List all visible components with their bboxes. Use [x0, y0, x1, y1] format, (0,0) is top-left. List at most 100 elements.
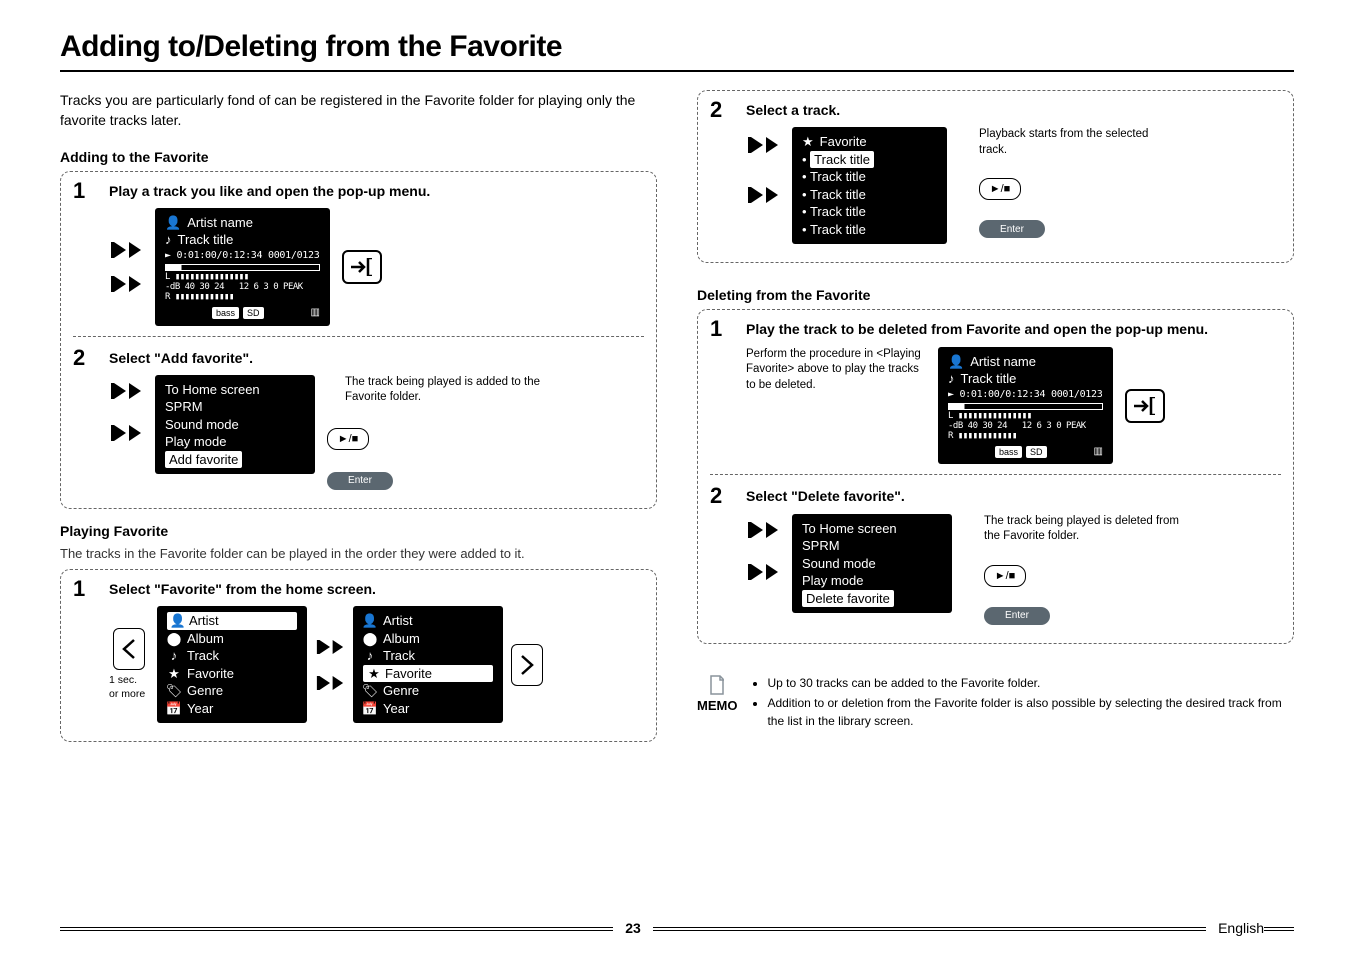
menu-item-delete-favorite[interactable]: Delete favorite: [802, 590, 894, 608]
artist-icon: 👤: [948, 353, 964, 371]
calendar-icon: 📅: [363, 702, 377, 716]
favorite-track-3[interactable]: • Track title: [802, 186, 937, 204]
favorite-track-5[interactable]: • Track title: [802, 221, 937, 239]
battery-icon: ▥: [1094, 445, 1103, 459]
step-number: 2: [710, 485, 734, 507]
enter-button[interactable]: Enter: [979, 220, 1045, 238]
next-track-icon[interactable]: [109, 425, 143, 441]
favorite-track-2[interactable]: • Track title: [802, 168, 937, 186]
favorite-list-title: Favorite: [820, 133, 867, 151]
menu-item-add-favorite[interactable]: Add favorite: [165, 451, 242, 469]
next-track-icon[interactable]: [109, 276, 143, 292]
tag-icon: 🏷: [167, 684, 181, 698]
nav-left-button[interactable]: [113, 628, 145, 670]
step-number: 1: [710, 318, 734, 340]
now-playing-screen: 👤Artist name ♪Track title ► 0:01:00/0:12…: [938, 347, 1113, 465]
next-track-icon[interactable]: [746, 564, 780, 580]
enter-button[interactable]: Enter: [327, 472, 393, 490]
play-pause-button[interactable]: ►/■: [327, 428, 369, 450]
step-number: 2: [73, 347, 97, 369]
next-track-icon[interactable]: [315, 676, 345, 690]
del-step2-title: Select "Delete favorite".: [746, 487, 1281, 505]
memo-box: MEMO Up to 30 tracks can be added to the…: [697, 674, 1294, 732]
star-icon: ★: [802, 133, 814, 151]
memo-item-2: Addition to or deletion from the Favorit…: [767, 694, 1294, 730]
menu-item-home[interactable]: To Home screen: [802, 520, 942, 538]
nav-right-button[interactable]: [511, 644, 543, 686]
popup-menu-screen: To Home screen SPRM Sound mode Play mode…: [792, 514, 952, 614]
prev-track-icon[interactable]: [315, 640, 345, 654]
del-step2-note: The track being played is deleted from t…: [984, 514, 1184, 545]
favorite-list-screen: ★ Favorite • Track title • Track title • …: [792, 127, 947, 244]
popup-menu-button[interactable]: [1125, 389, 1165, 423]
favorite-track-1[interactable]: Track title: [810, 151, 874, 169]
intro-text: Tracks you are particularly fond of can …: [60, 90, 657, 131]
home-item-genre[interactable]: Genre: [383, 682, 419, 700]
level-meter: L ▮▮▮▮▮▮▮▮▮▮▮▮▮▮▮-dB 40 30 24 12 6 3 0 P…: [165, 273, 320, 303]
menu-item-sound-mode[interactable]: Sound mode: [165, 416, 305, 434]
now-playing-track: Track title: [178, 231, 234, 249]
prev-track-icon[interactable]: [746, 137, 780, 153]
add-step2-title: Select "Add favorite".: [109, 349, 644, 367]
step-number: 1: [73, 578, 97, 600]
playing-favorite-desc: The tracks in the Favorite folder can be…: [60, 545, 657, 563]
home-item-favorite[interactable]: Favorite: [187, 665, 234, 683]
prev-track-icon[interactable]: [746, 522, 780, 538]
del-step1-note: Perform the procedure in <Playing Favori…: [746, 347, 926, 394]
home-item-artist[interactable]: Artist: [189, 612, 219, 630]
note-icon: ♪: [948, 370, 955, 388]
home-screen-left: 👤Artist ⬤Album ♪Track ★Favorite 🏷Genre 📅…: [157, 606, 307, 723]
level-meter: L ▮▮▮▮▮▮▮▮▮▮▮▮▮▮▮-dB 40 30 24 12 6 3 0 P…: [948, 412, 1103, 442]
prev-track-icon[interactable]: [109, 242, 143, 258]
home-item-favorite[interactable]: Favorite: [385, 665, 432, 683]
add-step2-note: The track being played is added to the F…: [327, 375, 545, 406]
step-number: 1: [73, 180, 97, 202]
artist-icon: 👤: [171, 614, 185, 628]
memo-item-1: Up to 30 tracks can be added to the Favo…: [767, 674, 1294, 692]
tag-icon: 🏷: [363, 684, 377, 698]
home-item-album[interactable]: Album: [383, 630, 420, 648]
page-footer: 23 English: [0, 920, 1354, 936]
now-playing-artist: Artist name: [970, 353, 1036, 371]
sd-indicator: SD: [243, 307, 264, 319]
play-pause-button[interactable]: ►/■: [984, 565, 1026, 587]
note-icon: ♪: [167, 649, 181, 663]
popup-menu-screen: To Home screen SPRM Sound mode Play mode…: [155, 375, 315, 475]
del-step1-title: Play the track to be deleted from Favori…: [746, 320, 1281, 338]
menu-item-sound-mode[interactable]: Sound mode: [802, 555, 942, 573]
page-title: Adding to/Deleting from the Favorite: [60, 30, 1294, 64]
now-playing-timeline: ► 0:01:00/0:12:34 0001/0123: [165, 249, 320, 263]
calendar-icon: 📅: [167, 702, 181, 716]
home-item-genre[interactable]: Genre: [187, 682, 223, 700]
home-item-year[interactable]: Year: [383, 700, 409, 718]
adding-favorite-heading: Adding to the Favorite: [60, 149, 657, 165]
star-icon: ★: [367, 667, 381, 681]
play-step2-note: Playback starts from the selected track.: [979, 127, 1179, 158]
now-playing-track: Track title: [961, 370, 1017, 388]
menu-item-home[interactable]: To Home screen: [165, 381, 305, 399]
favorite-track-4[interactable]: • Track title: [802, 203, 937, 221]
home-item-track[interactable]: Track: [187, 647, 219, 665]
album-icon: ⬤: [363, 631, 377, 645]
step-separator: [73, 336, 644, 337]
note-icon: ♪: [363, 649, 377, 663]
enter-button[interactable]: Enter: [984, 607, 1050, 625]
album-icon: ⬤: [167, 631, 181, 645]
menu-item-sprm[interactable]: SPRM: [802, 537, 942, 555]
home-item-year[interactable]: Year: [187, 700, 213, 718]
deleting-favorite-heading: Deleting from the Favorite: [697, 287, 1294, 303]
home-item-track[interactable]: Track: [383, 647, 415, 665]
menu-item-sprm[interactable]: SPRM: [165, 398, 305, 416]
home-item-album[interactable]: Album: [187, 630, 224, 648]
prev-track-icon[interactable]: [109, 383, 143, 399]
playing-favorite-heading: Playing Favorite: [60, 523, 657, 539]
popup-menu-button[interactable]: [342, 250, 382, 284]
next-track-icon[interactable]: [746, 187, 780, 203]
home-item-artist[interactable]: Artist: [383, 612, 413, 630]
menu-item-play-mode[interactable]: Play mode: [165, 433, 305, 451]
home-screen-right: 👤Artist ⬤Album ♪Track ★Favorite 🏷Genre 📅…: [353, 606, 503, 723]
note-icon: ♪: [165, 231, 172, 249]
title-rule: [60, 70, 1294, 72]
menu-item-play-mode[interactable]: Play mode: [802, 572, 942, 590]
play-pause-button[interactable]: ►/■: [979, 178, 1021, 200]
